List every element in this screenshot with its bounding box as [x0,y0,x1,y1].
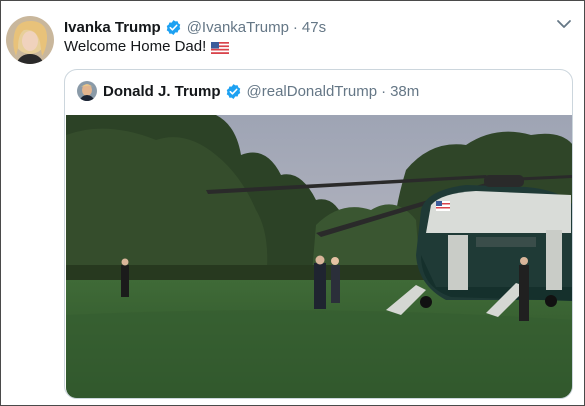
tweet-body: Welcome Home Dad! [64,38,230,55]
quoted-tweet-timestamp[interactable]: 38m [390,83,419,100]
verified-badge-icon [225,83,242,100]
author-handle[interactable]: @IvankaTrump [187,19,289,36]
verified-badge-icon [165,19,182,36]
tweet-timestamp[interactable]: 47s [302,19,326,36]
tweet-text: Welcome Home Dad! [64,38,207,55]
video-thumbnail[interactable] [66,115,572,398]
author-name[interactable]: Ivanka Trump [64,19,161,36]
quoted-header-separator: · [381,82,387,100]
header-separator: · [292,18,298,36]
quoted-author-handle[interactable]: @realDonaldTrump [247,83,378,100]
us-flag-icon [211,41,230,54]
quoted-tweet[interactable]: Donald J. Trump @realDonaldTrump · 38m [64,69,573,399]
quoted-tweet-header: Donald J. Trump @realDonaldTrump · 38m [77,80,419,102]
chevron-down-icon[interactable] [555,17,573,31]
author-avatar[interactable] [6,16,54,64]
tweet-header: Ivanka Trump @IvankaTrump · 47s [64,17,326,37]
quoted-author-avatar [77,81,97,101]
quoted-author-name[interactable]: Donald J. Trump [103,83,221,100]
